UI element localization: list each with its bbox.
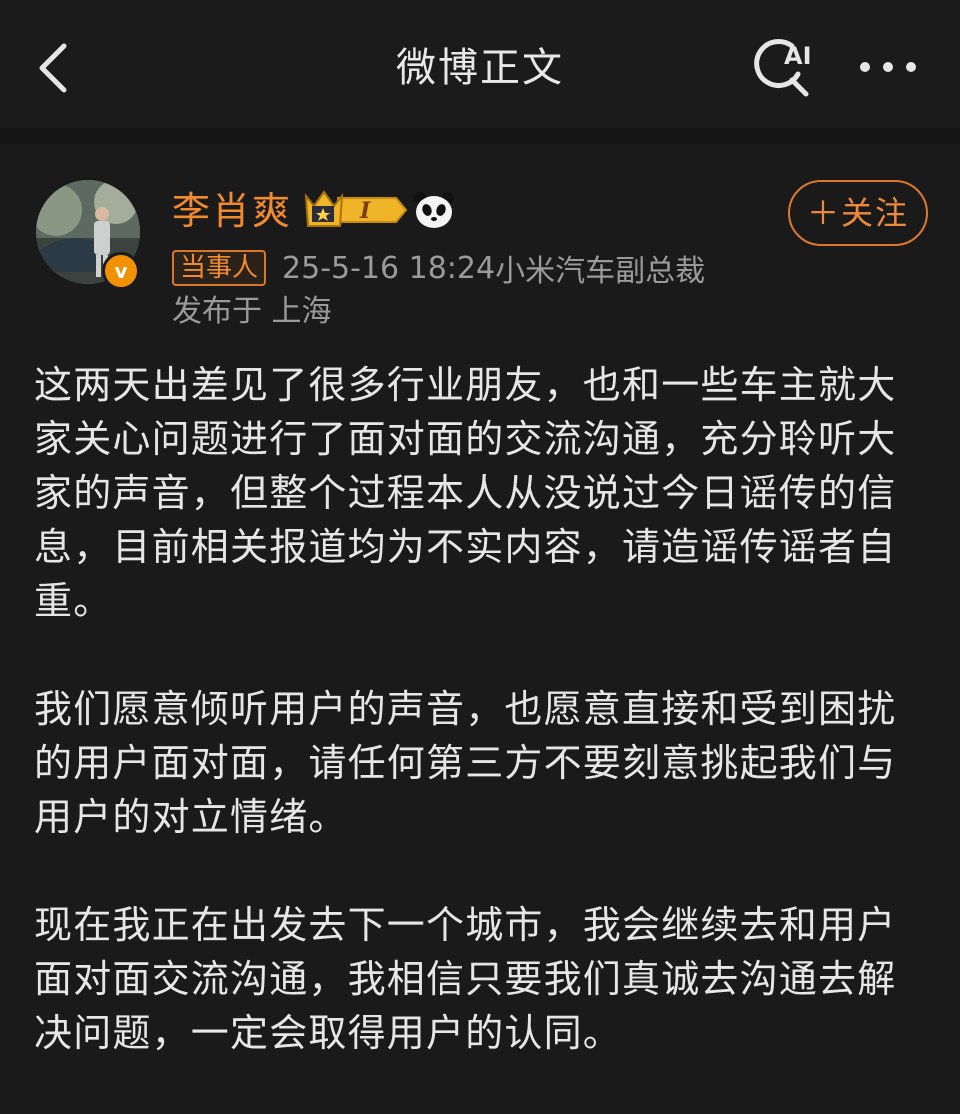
post-body: 这两天出差见了很多行业朋友，也和一些车主就大家关心问题进行了面对面的交流沟通，充… xyxy=(34,358,926,1114)
post-paragraph: 现在我正在出发去下一个城市，我会继续去和用户面对面交流沟通，我相信只要我们真诚去… xyxy=(34,903,897,1055)
involved-party-tag: 当事人 xyxy=(172,250,267,286)
divider xyxy=(0,128,960,144)
post-datetime: 25-5-16 18:24 xyxy=(282,250,496,286)
author-name[interactable]: 李肖爽 xyxy=(172,186,292,236)
verified-badge-icon: v xyxy=(102,252,140,290)
level-label: I xyxy=(359,198,371,224)
top-nav-bar: 微博正文 AI xyxy=(0,0,960,128)
author-badges: I xyxy=(302,186,462,234)
post-paragraph: 这两天出差见了很多行业朋友，也和一些车主就大家关心问题进行了面对面的交流沟通，充… xyxy=(34,363,897,623)
ai-label: AI xyxy=(784,42,812,70)
more-dots-icon[interactable] xyxy=(856,52,920,82)
post-meta: 当事人 25-5-16 18:24 小米汽车副总裁 xyxy=(172,248,706,289)
post-paragraph: 我们愿意倾听用户的声音，也愿意直接和受到困扰的用户面对面，请任何第三方不要刻意挑… xyxy=(34,687,897,839)
author-title: 小米汽车副总裁 xyxy=(495,254,706,289)
post-location: 发布于 上海 xyxy=(172,294,332,329)
ai-search-icon[interactable]: AI xyxy=(748,34,820,98)
follow-button[interactable]: ＋关注 xyxy=(788,180,928,246)
crown-level-badge-icon: I xyxy=(304,190,408,227)
panda-icon xyxy=(414,192,454,228)
